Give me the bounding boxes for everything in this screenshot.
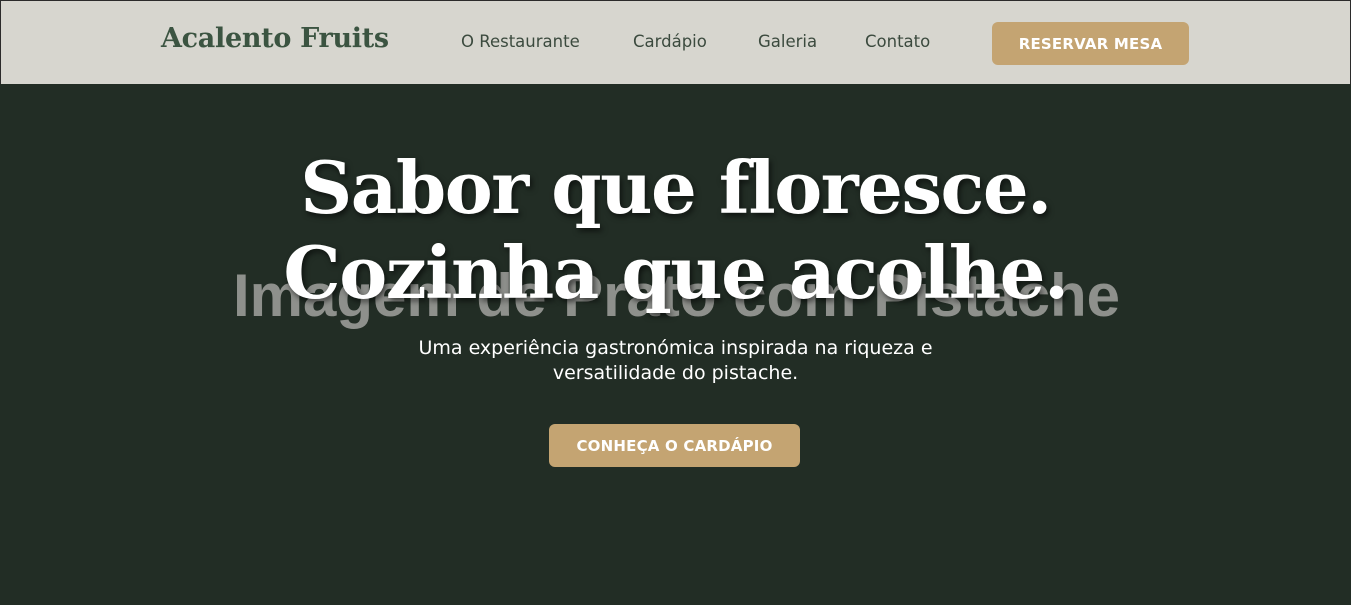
nav-link-galeria[interactable]: Galeria <box>758 32 817 51</box>
nav-link-cardapio[interactable]: Cardápio <box>633 32 707 51</box>
hero-subtitle-line1: Uma experiência gastronómica inspirada n… <box>418 337 933 359</box>
reserve-table-button[interactable]: RESERVAR MESA <box>992 22 1189 65</box>
view-menu-button[interactable]: CONHEÇA O CARDÁPIO <box>549 424 800 467</box>
hero-headline-line2: Cozinha que acolhe. <box>283 230 1069 315</box>
site-header: Acalento Fruits O Restaurante Cardápio G… <box>0 0 1351 84</box>
nav-link-contato[interactable]: Contato <box>865 32 930 51</box>
hero-headline-line1: Sabor que floresce. <box>300 145 1052 230</box>
hero-subtitle-line2: versatilidade do pistache. <box>552 362 799 384</box>
brand-logo[interactable]: Acalento Fruits <box>161 23 389 54</box>
nav-link-restaurante[interactable]: O Restaurante <box>461 32 580 51</box>
